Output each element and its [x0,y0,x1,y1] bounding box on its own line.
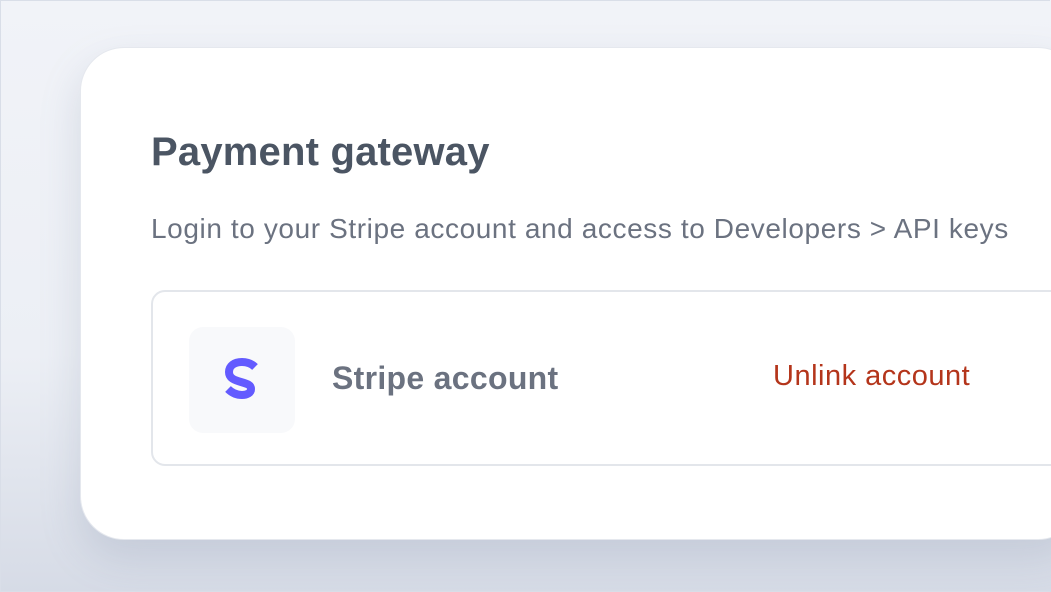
stripe-s-glyph [224,357,258,400]
account-name: Stripe account [332,360,559,396]
page-title: Payment gateway [151,130,490,174]
stripe-account-row: Stripe account Unlink account [151,290,1051,466]
stripe-logo-icon [189,327,295,433]
unlink-account-button[interactable]: Unlink account [773,360,970,393]
payment-gateway-card: Payment gateway Login to your Stripe acc… [80,47,1051,540]
gateway-description: Login to your Stripe account and access … [151,213,1009,244]
